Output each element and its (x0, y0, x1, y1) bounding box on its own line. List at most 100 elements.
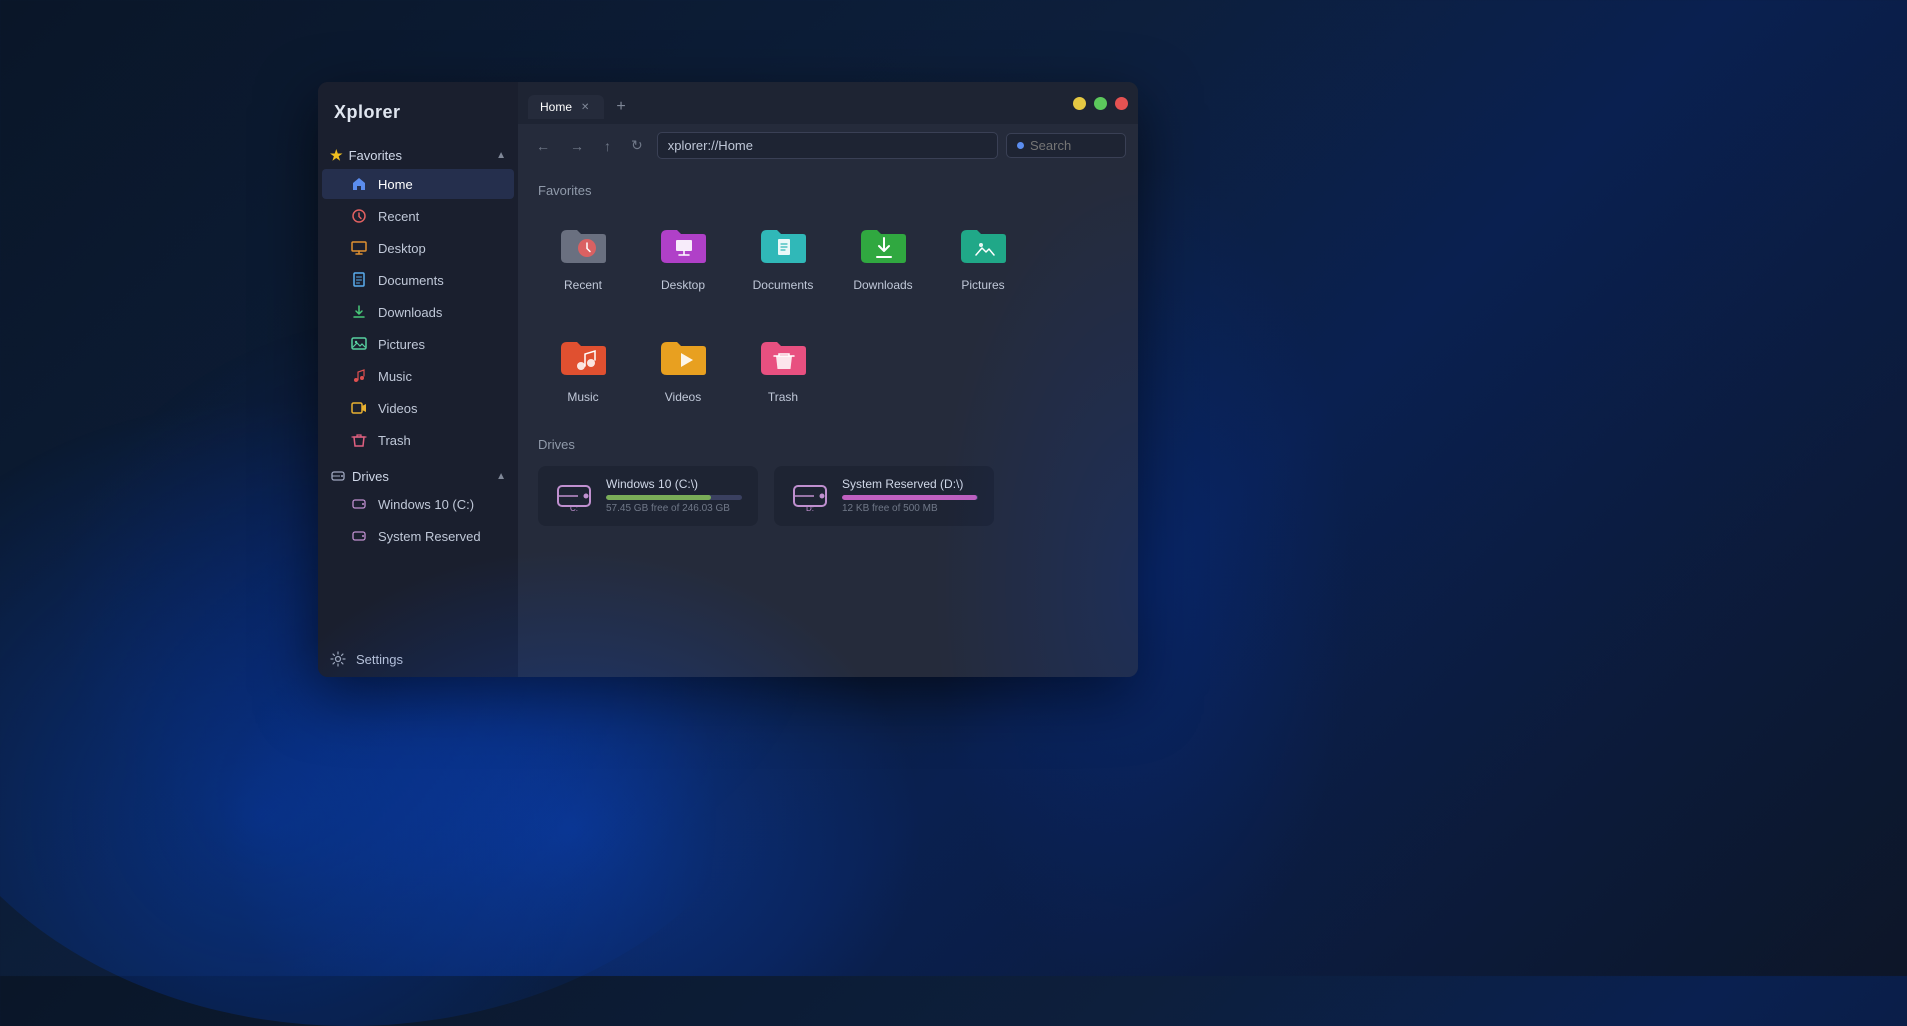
svg-text:C:: C: (570, 504, 578, 513)
folder-downloads[interactable]: Downloads (838, 212, 928, 300)
drive-d-bar-fill (842, 495, 977, 500)
file-area: Favorites Recent (518, 167, 1138, 677)
folder-label: Documents (753, 278, 814, 292)
toolbar: ← → ↑ ↻ (518, 124, 1138, 167)
address-bar[interactable] (657, 132, 998, 159)
sidebar-item-home[interactable]: Home (322, 169, 514, 199)
tab-close-button[interactable]: ✕ (578, 101, 592, 114)
favorites-section-label: Favorites (538, 183, 1118, 198)
folder-label: Videos (665, 390, 701, 404)
tab-label: Home (540, 100, 572, 114)
sidebar: Xplorer ★ Favorites ▲ Home (318, 82, 518, 677)
drive-item-sysreserved[interactable]: D: System Reserved (D:\) 12 KB free of 5… (774, 466, 994, 526)
sidebar-item-label: Documents (378, 273, 444, 288)
drive-d-info: System Reserved (D:\) 12 KB free of 500 … (842, 477, 978, 514)
window-controls (1073, 97, 1128, 118)
favorites-label: Favorites (349, 148, 402, 163)
drives-section-header[interactable]: Drives ▲ (318, 464, 518, 488)
main-content: Home ✕ + ← → ↑ ↻ Favorites (518, 82, 1138, 677)
folder-trash-icon (757, 332, 809, 384)
folder-desktop-icon (657, 220, 709, 272)
sidebar-item-win10c[interactable]: Windows 10 (C:) (322, 489, 514, 519)
videos-icon (350, 399, 368, 417)
sidebar-item-label: Trash (378, 433, 411, 448)
sidebar-item-label: Music (378, 369, 412, 384)
close-button[interactable] (1115, 97, 1128, 110)
folder-recent[interactable]: Recent (538, 212, 628, 300)
folder-documents-icon (757, 220, 809, 272)
favorites-grid: Recent Desktop (538, 212, 1118, 300)
drive-c-free: 57.45 GB free of 246.03 GB (606, 503, 742, 514)
folder-trash[interactable]: Trash (738, 324, 828, 412)
app-window: Xplorer ★ Favorites ▲ Home (318, 82, 1138, 677)
app-title: Xplorer (318, 94, 518, 139)
back-button[interactable]: ← (530, 134, 556, 158)
search-bar-container (1006, 133, 1126, 158)
folder-downloads-icon (857, 220, 909, 272)
drive-c-name: Windows 10 (C:\) (606, 477, 742, 491)
sidebar-item-desktop[interactable]: Desktop (322, 233, 514, 263)
sidebar-item-pictures[interactable]: Pictures (322, 329, 514, 359)
drive-c-info: Windows 10 (C:\) 57.45 GB free of 246.03… (606, 477, 742, 514)
forward-button[interactable]: → (564, 134, 590, 158)
tab-bar: Home ✕ + (518, 82, 1138, 124)
settings-item[interactable]: Settings (318, 641, 518, 677)
folder-desktop[interactable]: Desktop (638, 212, 728, 300)
maximize-button[interactable] (1094, 97, 1107, 110)
drive-c-bar-fill (606, 495, 711, 500)
tab-home[interactable]: Home ✕ (528, 95, 604, 119)
home-icon (350, 175, 368, 193)
svg-text:D:: D: (806, 504, 814, 513)
sidebar-item-downloads[interactable]: Downloads (322, 297, 514, 327)
sidebar-item-music[interactable]: Music (322, 361, 514, 391)
favorites-chevron: ▲ (496, 150, 506, 161)
drive-d-bar-bg (842, 495, 978, 500)
drive-d-icon: D: (790, 476, 830, 516)
folder-label: Recent (564, 278, 602, 292)
refresh-button[interactable]: ↻ (625, 133, 649, 158)
drives-grid: C: Windows 10 (C:\) 57.45 GB free of 246… (538, 466, 1118, 526)
drive-d-name: System Reserved (D:\) (842, 477, 978, 491)
minimize-button[interactable] (1073, 97, 1086, 110)
folder-label: Desktop (661, 278, 705, 292)
drives-label: Drives (352, 469, 389, 484)
desktop-icon (350, 239, 368, 257)
folder-videos-icon (657, 332, 709, 384)
new-tab-button[interactable]: + (608, 94, 633, 120)
drive-item-win10c[interactable]: C: Windows 10 (C:\) 57.45 GB free of 246… (538, 466, 758, 526)
sidebar-item-videos[interactable]: Videos (322, 393, 514, 423)
folder-pictures-icon (957, 220, 1009, 272)
folder-label: Pictures (961, 278, 1004, 292)
folder-music-icon (557, 332, 609, 384)
folder-videos[interactable]: Videos (638, 324, 728, 412)
favorites-section-header[interactable]: ★ Favorites ▲ (318, 143, 518, 168)
folder-recent-icon (557, 220, 609, 272)
sidebar-item-documents[interactable]: Documents (322, 265, 514, 295)
drive-c-icon: C: (554, 476, 594, 516)
recent-icon (350, 207, 368, 225)
downloads-icon (350, 303, 368, 321)
sidebar-item-sysreserved[interactable]: System Reserved (322, 521, 514, 551)
drive-c-icon (350, 495, 368, 513)
sidebar-item-label: Recent (378, 209, 419, 224)
trash-icon (350, 431, 368, 449)
drives-section-label: Drives (538, 437, 1118, 452)
sidebar-item-trash[interactable]: Trash (322, 425, 514, 455)
pictures-icon (350, 335, 368, 353)
folder-label: Downloads (853, 278, 912, 292)
folder-music[interactable]: Music (538, 324, 628, 412)
sidebar-item-label: System Reserved (378, 529, 481, 544)
sidebar-item-label: Home (378, 177, 413, 192)
drives-chevron: ▲ (496, 471, 506, 482)
documents-icon (350, 271, 368, 289)
up-button[interactable]: ↑ (598, 134, 617, 158)
folder-label: Trash (768, 390, 798, 404)
folder-pictures[interactable]: Pictures (938, 212, 1028, 300)
settings-icon (330, 651, 346, 667)
settings-label: Settings (356, 652, 403, 667)
drive-d-free: 12 KB free of 500 MB (842, 503, 978, 514)
folder-documents[interactable]: Documents (738, 212, 828, 300)
search-dot-icon (1017, 142, 1024, 149)
sidebar-item-recent[interactable]: Recent (322, 201, 514, 231)
search-input[interactable] (1030, 138, 1110, 153)
